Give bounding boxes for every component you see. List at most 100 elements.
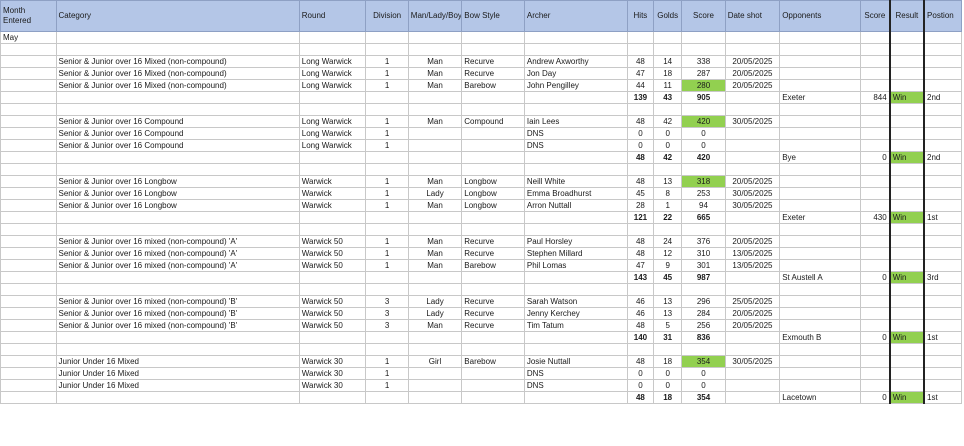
- gender-cell[interactable]: Lady: [407, 187, 463, 200]
- empty-cell[interactable]: [298, 271, 367, 284]
- position-cell[interactable]: 1st: [923, 211, 963, 224]
- empty-cell[interactable]: [55, 343, 300, 356]
- bow-style-cell[interactable]: Longbow: [461, 199, 525, 212]
- hits-cell[interactable]: 48: [626, 319, 655, 332]
- opponent-score-cell[interactable]: [859, 235, 891, 248]
- result-cell[interactable]: [888, 223, 925, 236]
- gender-cell[interactable]: Man: [407, 67, 463, 80]
- position-cell[interactable]: [923, 55, 963, 68]
- golds-cell[interactable]: 1: [653, 199, 683, 212]
- result-cell[interactable]: [888, 79, 925, 92]
- empty-cell[interactable]: [407, 331, 463, 344]
- empty-cell[interactable]: [626, 103, 655, 116]
- result-cell[interactable]: [888, 115, 925, 128]
- golds-cell[interactable]: 14: [653, 55, 683, 68]
- result-cell[interactable]: [888, 307, 925, 320]
- total-score-cell[interactable]: 905: [681, 91, 726, 104]
- division-cell[interactable]: 1: [365, 67, 409, 80]
- empty-cell[interactable]: [779, 163, 861, 176]
- hits-cell[interactable]: 0: [626, 379, 655, 392]
- result-cell[interactable]: Win: [888, 91, 925, 104]
- hits-cell[interactable]: 0: [626, 139, 655, 152]
- empty-cell[interactable]: [0, 223, 57, 236]
- opponents-cell[interactable]: [779, 175, 861, 188]
- opponent-name-cell[interactable]: Exeter: [779, 91, 861, 104]
- month-cell[interactable]: [0, 235, 57, 248]
- position-cell[interactable]: [923, 175, 963, 188]
- result-cell[interactable]: [888, 283, 925, 296]
- empty-cell[interactable]: [626, 223, 655, 236]
- opponents-cell[interactable]: [779, 199, 861, 212]
- date-shot-cell[interactable]: 25/05/2025: [724, 295, 781, 308]
- category-cell[interactable]: Senior & Junior over 16 Compound: [55, 127, 300, 140]
- empty-cell[interactable]: [0, 331, 57, 344]
- category-cell[interactable]: Senior & Junior over 16 Mixed (non-compo…: [55, 67, 300, 80]
- position-cell[interactable]: 2nd: [923, 91, 963, 104]
- gender-cell[interactable]: Lady: [407, 295, 463, 308]
- position-cell[interactable]: [923, 43, 963, 56]
- gender-cell[interactable]: Man: [407, 235, 463, 248]
- month-cell[interactable]: [0, 67, 57, 80]
- month-cell[interactable]: [0, 139, 57, 152]
- round-cell[interactable]: Warwick 50: [298, 307, 367, 320]
- empty-cell[interactable]: [407, 391, 463, 404]
- hits-cell[interactable]: 28: [626, 199, 655, 212]
- total-golds-cell[interactable]: 43: [653, 91, 683, 104]
- empty-cell[interactable]: [523, 391, 628, 404]
- bow-style-cell[interactable]: [461, 379, 525, 392]
- empty-cell[interactable]: [0, 343, 57, 356]
- score-cell[interactable]: 0: [681, 379, 726, 392]
- division-cell[interactable]: 1: [365, 259, 409, 272]
- empty-cell[interactable]: [298, 343, 367, 356]
- empty-cell[interactable]: [681, 103, 726, 116]
- position-cell[interactable]: [923, 295, 963, 308]
- result-cell[interactable]: [888, 139, 925, 152]
- empty-cell[interactable]: [0, 91, 57, 104]
- result-cell[interactable]: [888, 163, 925, 176]
- opponent-score-cell[interactable]: [859, 259, 891, 272]
- month-cell[interactable]: [0, 55, 57, 68]
- position-cell[interactable]: [923, 187, 963, 200]
- date-shot-cell[interactable]: 30/05/2025: [724, 355, 781, 368]
- archer-cell[interactable]: Andrew Axworthy: [523, 55, 628, 68]
- date-shot-cell[interactable]: 20/05/2025: [724, 319, 781, 332]
- round-cell[interactable]: Warwick: [298, 187, 367, 200]
- empty-cell[interactable]: [859, 343, 891, 356]
- gender-cell[interactable]: Man: [407, 175, 463, 188]
- empty-cell[interactable]: [724, 343, 781, 356]
- hits-cell[interactable]: 47: [626, 67, 655, 80]
- score-cell[interactable]: 0: [681, 367, 726, 380]
- category-cell[interactable]: Junior Under 16 Mixed: [55, 367, 300, 380]
- opponent-score-cell[interactable]: 0: [859, 391, 891, 404]
- opponents-cell[interactable]: [779, 259, 861, 272]
- empty-cell[interactable]: [626, 43, 655, 56]
- golds-cell[interactable]: 8: [653, 187, 683, 200]
- bow-style-cell[interactable]: Recurve: [461, 235, 525, 248]
- round-cell[interactable]: Long Warwick: [298, 55, 367, 68]
- month-cell[interactable]: [0, 199, 57, 212]
- empty-cell[interactable]: [681, 163, 726, 176]
- hits-cell[interactable]: 48: [626, 247, 655, 260]
- month-cell[interactable]: [0, 175, 57, 188]
- total-golds-cell[interactable]: 45: [653, 271, 683, 284]
- empty-cell[interactable]: [681, 43, 726, 56]
- opponent-name-cell[interactable]: St Austell A: [779, 271, 861, 284]
- result-cell[interactable]: [888, 43, 925, 56]
- empty-cell[interactable]: [779, 103, 861, 116]
- opponent-score-cell[interactable]: [859, 127, 891, 140]
- empty-cell[interactable]: [0, 283, 57, 296]
- division-cell[interactable]: 1: [365, 139, 409, 152]
- gender-cell[interactable]: Man: [407, 259, 463, 272]
- result-cell[interactable]: [888, 175, 925, 188]
- opponents-cell[interactable]: [779, 139, 861, 152]
- gender-cell[interactable]: Man: [407, 247, 463, 260]
- empty-cell[interactable]: [365, 331, 409, 344]
- position-cell[interactable]: [923, 307, 963, 320]
- bow-style-cell[interactable]: Recurve: [461, 295, 525, 308]
- empty-cell[interactable]: [626, 163, 655, 176]
- total-score-cell[interactable]: 987: [681, 271, 726, 284]
- position-cell[interactable]: [923, 199, 963, 212]
- golds-cell[interactable]: 0: [653, 367, 683, 380]
- opponent-score-cell[interactable]: [859, 79, 891, 92]
- opponents-cell[interactable]: [779, 319, 861, 332]
